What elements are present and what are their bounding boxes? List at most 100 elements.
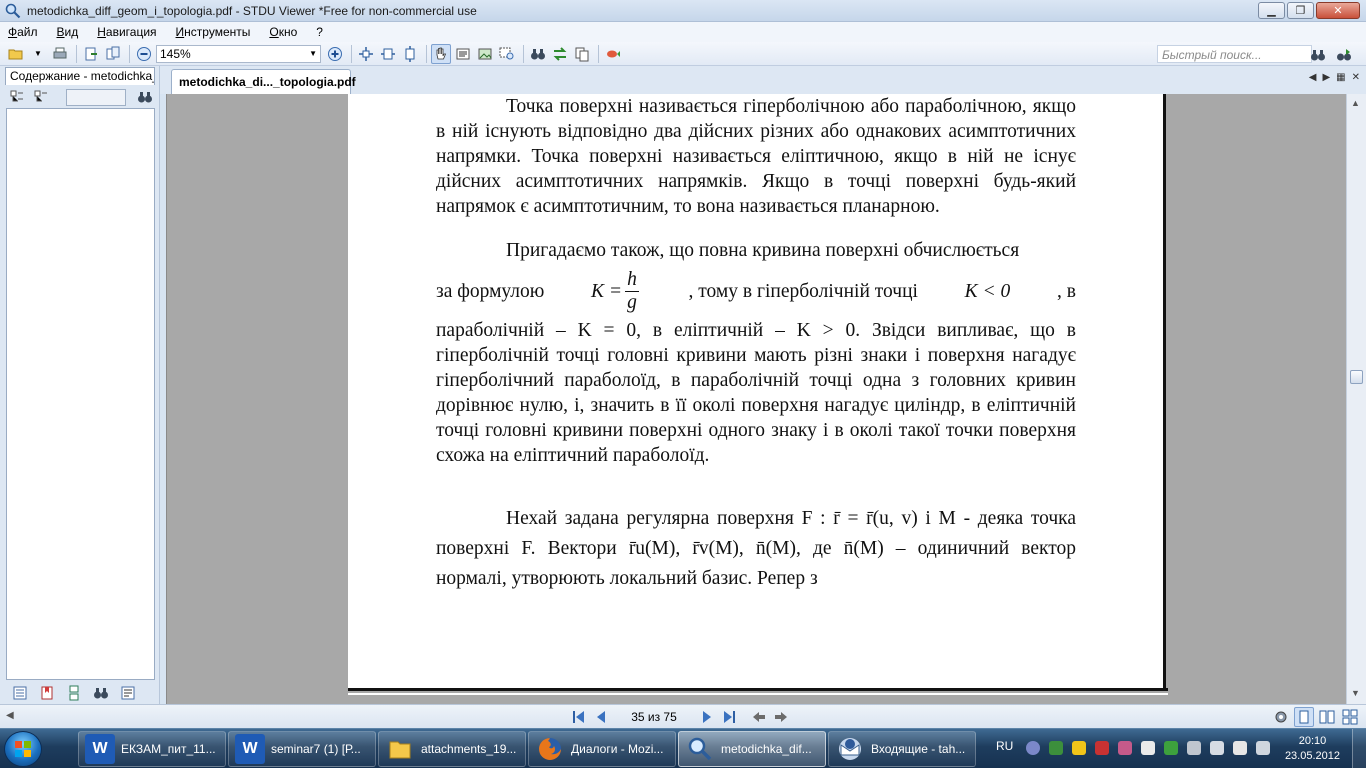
volume-icon[interactable]	[1256, 741, 1270, 755]
clock[interactable]: 20:10 23.05.2012	[1285, 734, 1340, 764]
forward-button[interactable]	[772, 708, 790, 726]
print-button[interactable]	[50, 44, 70, 64]
page-indicator[interactable]: 35 из 75	[614, 709, 694, 726]
taskbar-item-folder[interactable]: attachments_19...	[378, 731, 526, 767]
show-desktop-button[interactable]	[1352, 729, 1366, 768]
search-button[interactable]	[1308, 45, 1328, 65]
menu-tools[interactable]: Инструменты	[176, 25, 251, 39]
search-panel-button[interactable]	[91, 683, 111, 703]
contents-search-button[interactable]	[135, 87, 154, 107]
update-icon[interactable]	[1164, 741, 1178, 755]
copy-button[interactable]	[572, 44, 592, 64]
document-tab[interactable]: metodichka_di..._topologia.pdf	[171, 69, 356, 94]
facing-pages-view-button[interactable]	[1317, 707, 1337, 727]
connection-icon[interactable]	[1210, 741, 1224, 755]
single-page-view-button[interactable]	[1294, 707, 1314, 727]
taskbar-item-label: Диалоги - Mozi...	[571, 742, 664, 756]
zoom-select[interactable]: 145% ▼	[156, 44, 321, 63]
next-page-button[interactable]	[698, 708, 716, 726]
taskbar-item-stdu-viewer[interactable]: metodichka_dif...	[678, 731, 826, 767]
windows-taskbar: W ЕКЗАМ_пит_11... W seminar7 (1) [Р... a…	[0, 728, 1366, 768]
vertical-scrollbar[interactable]: ▲ ▼	[1346, 94, 1366, 704]
menu-navigation[interactable]: Навигация	[97, 25, 156, 39]
taskbar-item-firefox[interactable]: Диалоги - Mozi...	[528, 731, 676, 767]
formula-fraction: h g	[625, 269, 639, 314]
menu-help[interactable]: ?	[316, 25, 323, 39]
find-button[interactable]	[528, 44, 548, 64]
snapshot-button[interactable]	[497, 44, 517, 64]
fit-page-button[interactable]	[356, 44, 376, 64]
hand-tool-button[interactable]	[431, 43, 451, 64]
minimize-button[interactable]: ▁	[1258, 2, 1285, 19]
antivirus-icon[interactable]	[1095, 741, 1109, 755]
back-button[interactable]	[750, 708, 768, 726]
bookmark-button[interactable]	[603, 44, 623, 64]
close-button[interactable]: ✕	[1316, 2, 1360, 19]
tab-list-icon[interactable]: ▦	[1336, 72, 1345, 83]
first-page-button[interactable]	[570, 708, 588, 726]
export-button[interactable]	[81, 44, 101, 64]
zoom-in-button[interactable]	[325, 44, 345, 64]
contents-tab[interactable]: Содержание - metodichka_diff_geom_i_topo…	[5, 67, 155, 85]
contents-panel-button[interactable]	[10, 683, 30, 703]
quick-search-input[interactable]: Быстрый поиск...	[1157, 45, 1312, 63]
tool-icon[interactable]	[1118, 741, 1132, 755]
paragraph-regular-surface: Нехай задана регулярна поверхня F : r̄ =…	[436, 504, 1076, 594]
open-dropdown-button[interactable]: ▼	[28, 44, 48, 64]
menu-file[interactable]: Файл	[8, 25, 38, 39]
signal-icon[interactable]	[1233, 741, 1247, 755]
formula-prefix: за формулою	[436, 281, 545, 302]
bluetooth-icon[interactable]	[1049, 741, 1063, 755]
continuous-view-button[interactable]	[1340, 707, 1360, 727]
taskbar-item-word-seminar[interactable]: W seminar7 (1) [Р...	[228, 731, 376, 767]
grid-pages-icon	[1342, 709, 1358, 725]
collapse-all-button[interactable]	[32, 87, 51, 107]
prev-page-button[interactable]	[592, 708, 610, 726]
maximize-button[interactable]: ❐	[1287, 2, 1314, 19]
expand-all-button[interactable]	[8, 87, 27, 107]
select-image-button[interactable]	[475, 44, 495, 64]
language-indicator[interactable]: RU	[996, 739, 1013, 753]
search-next-button[interactable]	[1334, 45, 1354, 65]
tab-next-icon[interactable]: ▶	[1322, 72, 1330, 83]
main-toolbar: ▼ 145% ▼ Быстрый поиск...	[0, 42, 1366, 66]
scroll-down-icon[interactable]: ▼	[1351, 688, 1360, 698]
toolbar-separator	[598, 44, 599, 63]
start-button[interactable]	[4, 731, 42, 767]
notes-panel-button[interactable]	[118, 683, 138, 703]
document-view[interactable]: Точка поверхні називається гіперболічною…	[166, 94, 1346, 704]
taskbar-item-thunderbird[interactable]: Входящие - tah...	[828, 731, 976, 767]
select-text-button[interactable]	[453, 44, 473, 64]
copy-pages-button[interactable]	[103, 44, 123, 64]
word-icon: W	[85, 734, 115, 764]
scroll-thumb[interactable]	[1350, 370, 1363, 384]
formula-numerator: h	[625, 269, 639, 292]
clock-time: 20:10	[1298, 735, 1327, 747]
facing-pages-icon	[1319, 710, 1335, 724]
collapse-panel-icon[interactable]: ◀	[6, 710, 14, 721]
device-icon[interactable]	[1187, 741, 1201, 755]
contents-tree[interactable]	[6, 108, 155, 680]
taskbar-item-label: Входящие - tah...	[871, 742, 966, 756]
scroll-up-icon[interactable]: ▲	[1351, 98, 1360, 108]
network-icon[interactable]	[1026, 741, 1040, 755]
flag-icon[interactable]	[1141, 741, 1155, 755]
zoom-out-button[interactable]	[134, 44, 154, 64]
daemon-tools-icon[interactable]	[1072, 741, 1086, 755]
last-page-button[interactable]	[720, 708, 738, 726]
contents-filter-input[interactable]	[65, 88, 127, 106]
fit-height-button[interactable]	[400, 44, 420, 64]
bookmarks-panel-button[interactable]	[37, 683, 57, 703]
fit-width-button[interactable]	[378, 44, 398, 64]
settings-button[interactable]	[1271, 707, 1291, 727]
open-button[interactable]	[6, 44, 26, 64]
sync-button[interactable]	[550, 44, 570, 64]
taskbar-item-word-exam[interactable]: W ЕКЗАМ_пит_11...	[78, 731, 226, 767]
tab-close-icon[interactable]: ✕	[1352, 72, 1360, 83]
thumbnails-panel-button[interactable]	[64, 683, 84, 703]
curvature-formula-line: за формулою K = h g , тому в гіперболічн…	[436, 269, 1076, 314]
fish-bookmark-icon	[607, 50, 620, 57]
menu-view[interactable]: Вид	[57, 25, 79, 39]
menu-window[interactable]: Окно	[269, 25, 297, 39]
tab-prev-icon[interactable]: ◀	[1309, 72, 1317, 83]
